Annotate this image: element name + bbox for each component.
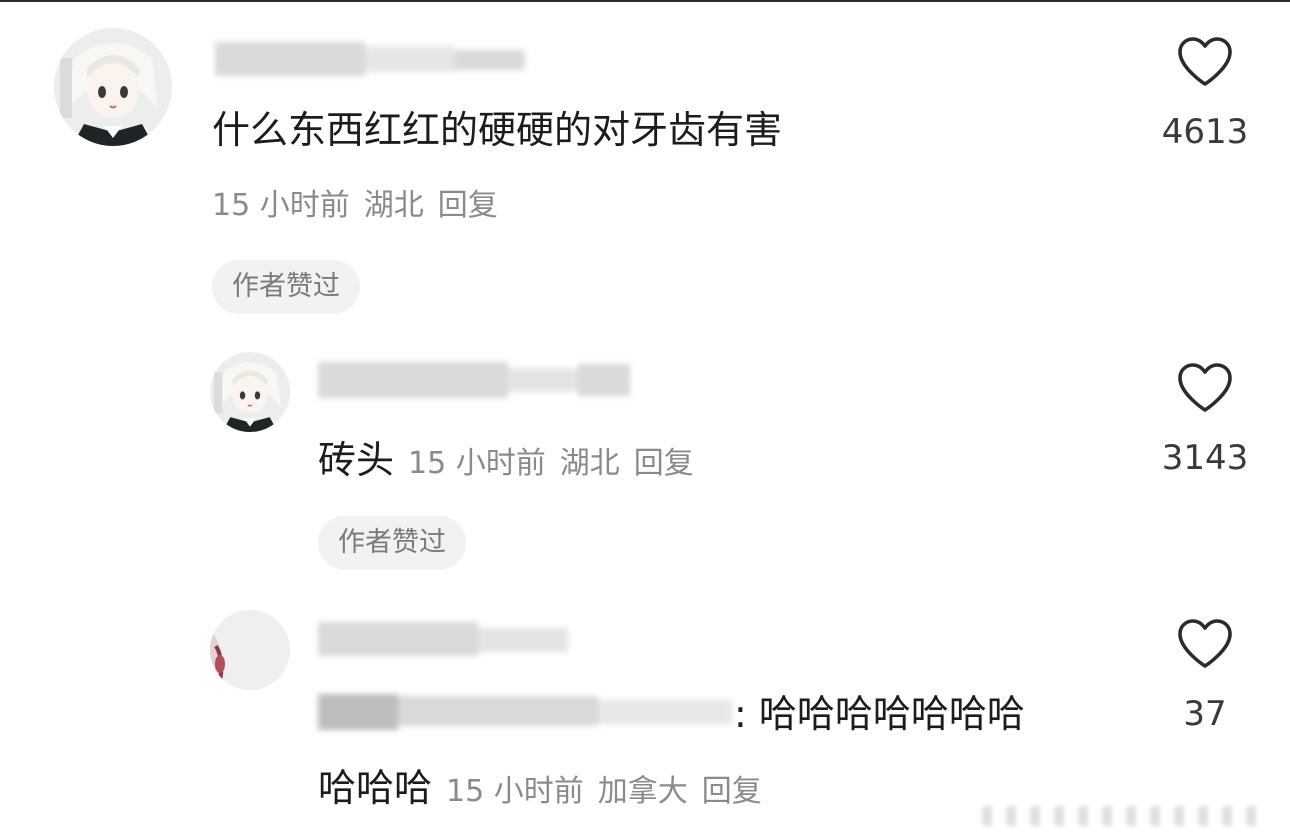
user-avatar[interactable]	[210, 352, 290, 432]
top-divider	[0, 0, 1290, 2]
author-liked-badge: 作者赞过	[318, 516, 466, 570]
comment-time: 15 小时前	[408, 446, 546, 481]
comment-text: 什么东西红红的硬硬的对牙齿有害	[212, 108, 783, 152]
comment-time: 15 小时前	[446, 774, 584, 809]
comment-text: 砖头	[318, 438, 395, 482]
heart-outline-icon[interactable]	[1176, 618, 1234, 670]
comment-meta: 15 小时前 湖北 回复	[212, 188, 498, 224]
comment-time: 15 小时前	[212, 188, 350, 223]
username-blurred[interactable]	[318, 616, 568, 664]
reply-button[interactable]: 回复	[634, 446, 694, 481]
reply-button[interactable]: 回复	[438, 188, 498, 223]
heart-outline-icon[interactable]	[1176, 36, 1234, 88]
comment-text-line1: : 哈哈哈哈哈哈哈	[734, 692, 1025, 736]
like-count: 3143	[1161, 438, 1249, 478]
like-control: 37	[1150, 618, 1260, 734]
like-count: 37	[1183, 694, 1227, 734]
user-avatar[interactable]	[210, 610, 290, 690]
heart-outline-icon[interactable]	[1176, 362, 1234, 414]
comment-text-line2: 哈哈哈	[318, 766, 433, 810]
replied-username-blurred[interactable]	[318, 690, 732, 736]
comment-location: 加拿大	[597, 774, 688, 809]
like-control: 3143	[1150, 362, 1260, 478]
watermark	[982, 800, 1282, 830]
comment-location: 湖北	[559, 446, 620, 481]
reply-button[interactable]: 回复	[702, 774, 762, 809]
author-liked-badge: 作者赞过	[212, 260, 360, 314]
comment-meta: 哈哈哈 15 小时前 加拿大 回复	[318, 766, 762, 814]
like-control: 4613	[1150, 36, 1260, 152]
like-count: 4613	[1161, 112, 1249, 152]
username-blurred[interactable]	[215, 36, 525, 82]
comment-location: 湖北	[363, 188, 424, 223]
username-blurred[interactable]	[318, 356, 630, 406]
comment-meta: 砖头 15 小时前 湖北 回复	[318, 438, 694, 486]
user-avatar[interactable]	[54, 28, 172, 146]
